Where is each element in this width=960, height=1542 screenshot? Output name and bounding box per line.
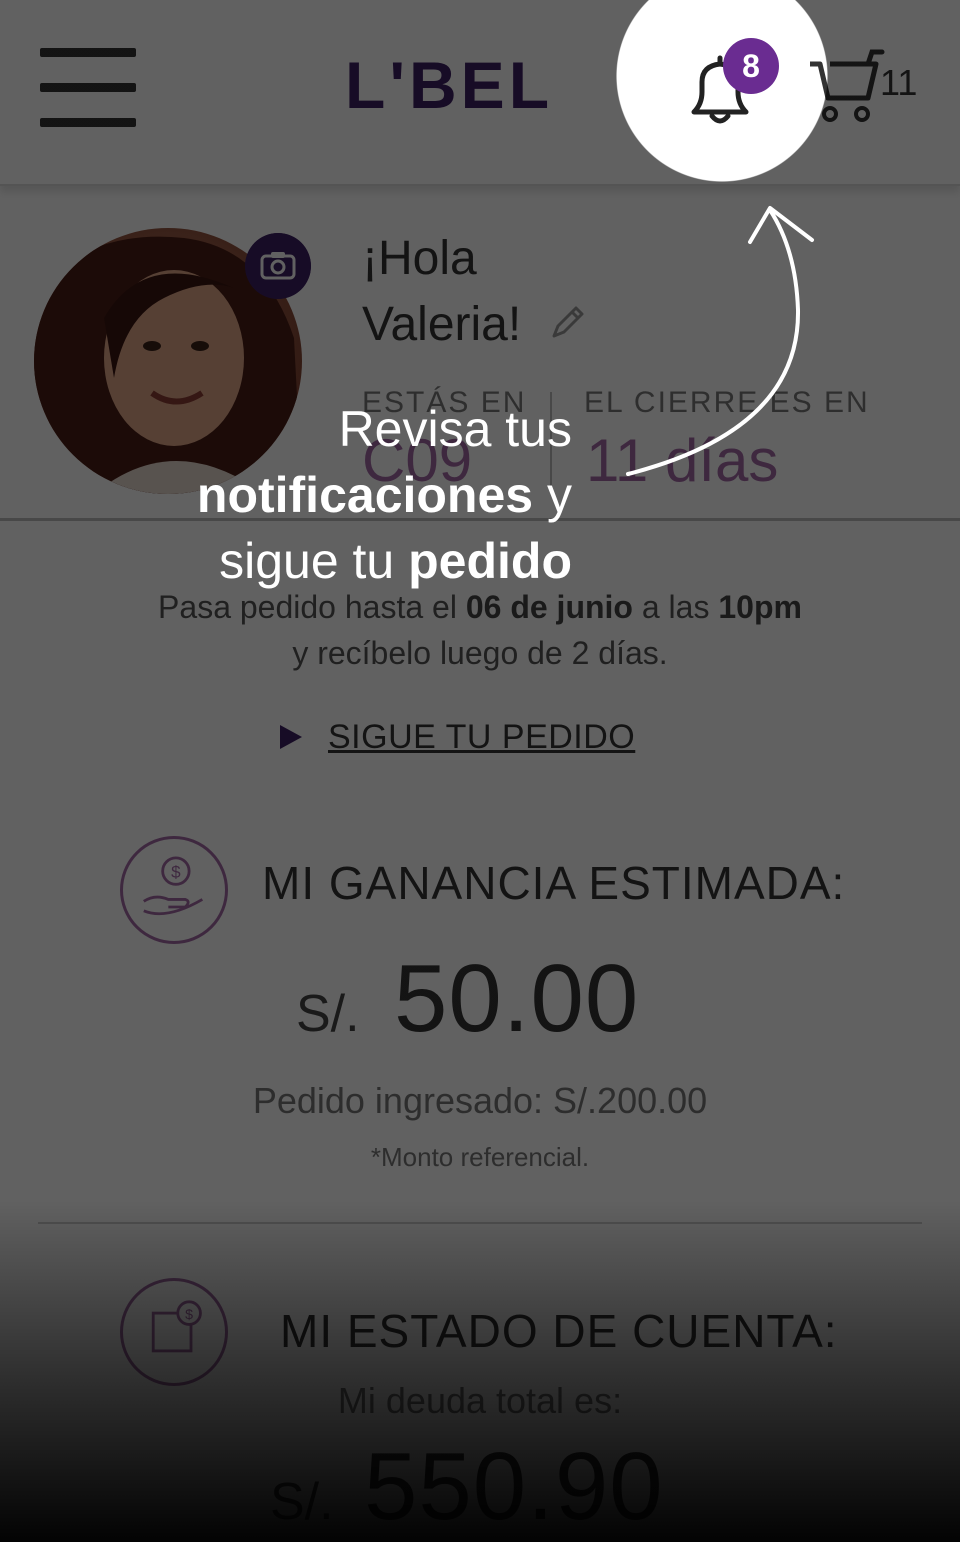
pointer-arrow-icon: [626, 206, 814, 476]
tip-notifications: notificaciones: [196, 467, 534, 523]
deadline-date: 06 de junio: [465, 589, 633, 625]
tip-order: pedido: [408, 533, 572, 589]
greeting-name: Valeria!: [362, 298, 522, 351]
track-order-link[interactable]: SIGUE TU PEDIDO: [280, 712, 635, 762]
account-statement-icon: $: [120, 1278, 228, 1386]
debt-currency: S/.: [270, 1473, 334, 1531]
greeting: ¡Hola Valeria!: [362, 226, 521, 358]
top-bar: L'BEL 11: [0, 0, 960, 186]
money-hand-icon: $: [120, 836, 228, 944]
earnings-amount: 50.00: [394, 945, 640, 1052]
deadline-time: 10pm: [718, 589, 802, 625]
cart-icon[interactable]: [806, 48, 886, 123]
edit-name-icon[interactable]: [548, 302, 588, 342]
section-divider: [38, 1222, 922, 1224]
debt-label: Mi deuda total es:: [337, 1380, 623, 1421]
coachmark-text: Revisa tus notificaciones y sigue tu ped…: [152, 396, 572, 594]
brand-logo: L'BEL: [345, 48, 554, 122]
tip-line2-rest: y: [533, 467, 572, 523]
menu-icon[interactable]: [40, 48, 136, 128]
debt-amount: 550.90: [364, 1433, 664, 1540]
earnings-title: MI GANANCIA ESTIMADA:: [262, 857, 846, 909]
track-order-label: SIGUE TU PEDIDO: [328, 717, 636, 756]
tip-line2: notificaciones y: [152, 462, 572, 528]
delivery-info: y recíbelo luego de 2 días.: [292, 635, 668, 671]
svg-text:$: $: [185, 1307, 193, 1323]
home-screen: L'BEL 11 ¡Hola Valeria! ESTÁS EN C09 EL …: [0, 0, 960, 1542]
notification-badge: 8: [723, 38, 779, 94]
play-arrow-icon: [280, 725, 302, 749]
tip-line3-rest: sigue tu: [219, 533, 409, 589]
earnings-currency: S/.: [296, 985, 360, 1043]
tip-line3: sigue tu pedido: [152, 528, 572, 594]
cart-count: 11: [880, 62, 918, 103]
tip-line1: Revisa tus: [338, 401, 572, 457]
camera-icon[interactable]: [245, 233, 311, 299]
svg-text:$: $: [171, 863, 181, 882]
account-title: MI ESTADO DE CUENTA:: [280, 1305, 838, 1357]
deadline-text-mid: a las: [632, 589, 719, 625]
order-entered: Pedido ingresado: S/.200.00: [252, 1080, 708, 1121]
deadline-text: Pasa pedido hasta el: [158, 589, 466, 625]
earnings-note: *Monto referencial.: [370, 1142, 590, 1172]
greeting-line1: ¡Hola: [362, 232, 477, 285]
